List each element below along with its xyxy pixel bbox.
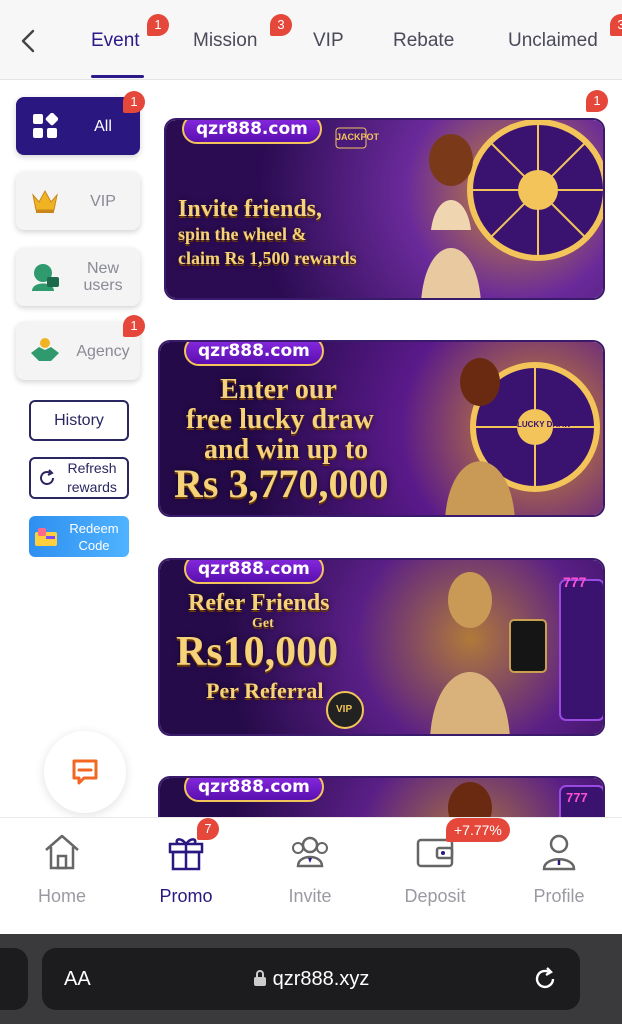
nav-label: Promo	[159, 886, 213, 906]
nav-invite[interactable]: Invite	[255, 830, 365, 907]
previous-tab-stub[interactable]	[0, 948, 28, 1010]
promo-banner-refer[interactable]: 777 VIP qzr888.com Refer Friends Get Rs1…	[158, 558, 605, 736]
refresh-rewards-label: Refresh rewards	[67, 460, 117, 495]
promo-banner-lucky-draw[interactable]: LUCKY DRAW qzr888.com Enter our free luc…	[158, 340, 605, 517]
vip-chip-label: VIP	[336, 704, 353, 715]
redeem-code-button[interactable]: Redeem Code	[29, 516, 129, 557]
sidebar-item-vip[interactable]: VIP	[16, 172, 140, 230]
sidebar-item-label: New users	[83, 260, 123, 294]
redeem-code-label: Redeem Code	[69, 520, 119, 553]
handshake-icon	[24, 330, 66, 372]
sidebar-item-agency[interactable]: Agency	[16, 322, 140, 380]
tab-event[interactable]: Event	[91, 30, 140, 52]
sidebar-item-label: VIP	[90, 192, 116, 210]
tab-vip[interactable]: VIP	[313, 30, 344, 52]
chevron-left-icon	[21, 29, 35, 53]
refresh-icon	[40, 469, 54, 485]
sidebar-item-label: All	[94, 117, 112, 135]
brand-domain-pill: qzr888.com	[184, 778, 324, 802]
chat-support-button[interactable]	[44, 731, 126, 813]
banner-subline: claim Rs 1,500 rewards	[178, 248, 357, 268]
promo-banner-invite[interactable]: JACKPOT qzr888.com Invite friends, spin …	[164, 118, 605, 300]
chat-icon	[72, 759, 98, 785]
tab-mission[interactable]: Mission	[193, 30, 257, 52]
jackpot-sign: JACKPOT	[336, 132, 380, 142]
brand-domain-pill: qzr888.com	[182, 120, 322, 144]
nav-label: Deposit	[404, 886, 466, 906]
url-label: qzr888.xyz	[272, 967, 370, 990]
brand-domain-pill: qzr888.com	[184, 342, 324, 366]
sidebar-item-label: Agency	[76, 342, 130, 360]
nav-label: Profile	[533, 886, 585, 906]
grid-icon	[24, 105, 66, 147]
brand-domain-pill: qzr888.com	[184, 560, 324, 584]
nav-deposit-badge: +7.77%	[446, 818, 510, 842]
banner-badge: 1	[586, 90, 608, 112]
tab-unclaimed-badge: 3	[610, 14, 622, 36]
banner-amount: Rs10,000	[176, 629, 339, 675]
history-button[interactable]: History	[29, 400, 129, 441]
address-bar[interactable]: AA qzr888.xyz	[42, 948, 580, 1010]
nav-home[interactable]: Home	[7, 830, 117, 907]
tab-event-badge: 1	[147, 14, 169, 36]
banner-headline: free lucky draw	[186, 404, 374, 435]
nav-label: Home	[37, 886, 86, 906]
new-user-icon	[24, 256, 66, 298]
lucky-draw-wheel-label: LUCKY DRAW	[517, 420, 572, 429]
lock-icon	[253, 969, 266, 986]
sidebar-agency-badge: 1	[123, 315, 145, 337]
slot-machine-sign: 777	[563, 574, 587, 590]
nav-profile[interactable]: Profile	[504, 830, 614, 907]
reload-icon[interactable]	[532, 966, 558, 992]
back-button[interactable]	[14, 26, 42, 56]
nav-label: Invite	[288, 886, 332, 906]
active-tab-indicator	[91, 75, 144, 78]
slot-machine-sign: 777	[566, 790, 588, 805]
top-tab-bar: Event 1 Mission 3 VIP Rebate Unclaimed 3	[0, 0, 622, 80]
banner-amount: Rs 3,770,000	[174, 461, 389, 506]
banner-headline: Enter our	[220, 374, 337, 405]
invite-people-icon	[288, 830, 332, 874]
tab-rebate[interactable]: Rebate	[393, 30, 454, 52]
nav-promo-badge: 7	[197, 818, 219, 840]
banner-subline: Per Referral	[206, 678, 324, 703]
url-text: qzr888.xyz	[42, 968, 580, 991]
profile-icon	[537, 830, 581, 874]
banner-subline: spin the wheel &	[178, 224, 307, 244]
crown-icon	[24, 180, 66, 222]
sidebar-item-all[interactable]: All	[16, 97, 140, 155]
sidebar-item-new-users[interactable]: New users	[16, 248, 140, 306]
browser-bar: AA qzr888.xyz	[0, 934, 622, 1024]
bottom-nav: Home Promo Invite Deposit Profile	[0, 817, 622, 934]
nav-promo[interactable]: Promo	[131, 830, 241, 907]
banner-headline: Refer Friends	[188, 590, 330, 616]
home-icon	[40, 830, 84, 874]
refresh-rewards-button[interactable]: Refresh rewards	[29, 457, 129, 499]
tab-unclaimed[interactable]: Unclaimed	[508, 30, 598, 52]
banner-headline: Invite friends,	[178, 196, 322, 222]
tab-mission-badge: 3	[270, 14, 292, 36]
sidebar-all-badge: 1	[123, 91, 145, 113]
gift-card-icon	[35, 527, 57, 546]
